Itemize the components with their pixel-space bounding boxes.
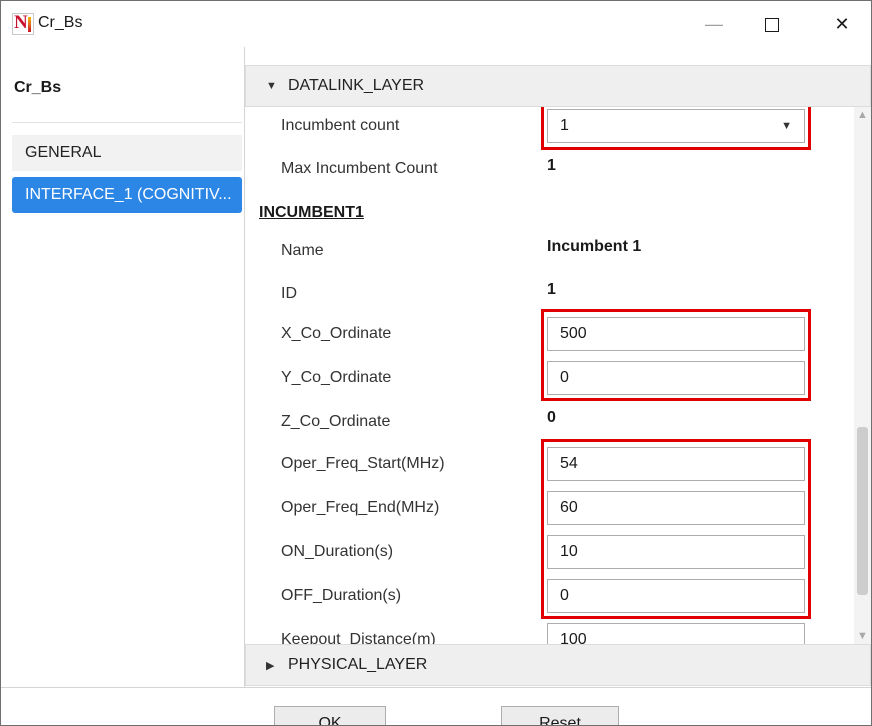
name-row: Name Incumbent 1 bbox=[245, 232, 853, 272]
max-incumbent-count-row: Max Incumbent Count 1 bbox=[245, 150, 853, 190]
incumbent-count-row: Incumbent count 1 ▼ bbox=[245, 107, 853, 147]
incumbent-count-value: 1 bbox=[560, 117, 569, 134]
maximize-icon bbox=[765, 18, 779, 33]
caret-down-icon: ▼ bbox=[266, 80, 277, 92]
keepout-distance-label: Keepout_Distance(m) bbox=[281, 631, 436, 644]
x-coordinate-input[interactable]: 500 bbox=[547, 317, 805, 351]
on-duration-row: ON_Duration(s) 10 bbox=[245, 533, 853, 573]
title-bar: N Cr_Bs — ✕ bbox=[1, 1, 871, 48]
y-coordinate-row: Y_Co_Ordinate 0 bbox=[245, 359, 853, 399]
off-duration-input[interactable]: 0 bbox=[547, 579, 805, 613]
minimize-icon: — bbox=[705, 14, 723, 34]
ok-button[interactable]: OK bbox=[274, 706, 386, 725]
y-coordinate-label: Y_Co_Ordinate bbox=[281, 369, 392, 386]
sidebar-item-interface-1[interactable]: INTERFACE_1 (COGNITIV... bbox=[12, 177, 242, 213]
incumbent-count-label: Incumbent count bbox=[281, 117, 400, 134]
oper-freq-end-row: Oper_Freq_End(MHz) 60 bbox=[245, 489, 853, 529]
off-duration-label: OFF_Duration(s) bbox=[281, 587, 402, 604]
section-label: PHYSICAL_LAYER bbox=[288, 656, 428, 673]
name-label: Name bbox=[281, 242, 324, 259]
vertical-scrollbar[interactable]: ▲ ▼ bbox=[854, 107, 871, 644]
properties-panel: ▼ DATALINK_LAYER Incumbent count 1 ▼ Max… bbox=[245, 47, 871, 687]
on-duration-input[interactable]: 10 bbox=[547, 535, 805, 569]
scrollbar-thumb[interactable] bbox=[857, 427, 868, 595]
id-value: 1 bbox=[547, 281, 556, 298]
incumbent1-group-title: INCUMBENT1 bbox=[259, 204, 364, 221]
sidebar-title: Cr_Bs bbox=[14, 79, 62, 96]
z-coordinate-label: Z_Co_Ordinate bbox=[281, 413, 391, 430]
id-row: ID 1 bbox=[245, 275, 853, 315]
sidebar-item-general[interactable]: GENERAL bbox=[12, 135, 242, 171]
oper-freq-start-label: Oper_Freq_Start(MHz) bbox=[281, 455, 445, 472]
close-icon: ✕ bbox=[834, 14, 850, 34]
maximize-button[interactable] bbox=[749, 1, 795, 47]
datalink-properties: Incumbent count 1 ▼ Max Incumbent Count … bbox=[245, 107, 853, 644]
caret-right-icon: ▶ bbox=[266, 660, 275, 672]
keepout-distance-row: Keepout_Distance(m) 100 bbox=[245, 621, 853, 644]
section-label: DATALINK_LAYER bbox=[288, 77, 425, 94]
oper-freq-end-label: Oper_Freq_End(MHz) bbox=[281, 499, 440, 516]
chevron-down-icon: ▼ bbox=[781, 120, 792, 132]
oper-freq-start-row: Oper_Freq_Start(MHz) 54 bbox=[245, 445, 853, 485]
z-coordinate-value: 0 bbox=[547, 409, 556, 426]
off-duration-row: OFF_Duration(s) 0 bbox=[245, 577, 853, 617]
scroll-down-icon[interactable]: ▼ bbox=[857, 630, 868, 642]
physical-layer-header[interactable]: ▶ PHYSICAL_LAYER bbox=[245, 644, 871, 686]
keepout-distance-input[interactable]: 100 bbox=[547, 623, 805, 644]
minimize-button[interactable]: — bbox=[691, 1, 737, 47]
name-value: Incumbent 1 bbox=[547, 238, 642, 255]
dialog-footer: OK Reset bbox=[1, 687, 871, 725]
app-logo-icon: N bbox=[12, 13, 34, 35]
x-coordinate-label: X_Co_Ordinate bbox=[281, 325, 392, 342]
id-label: ID bbox=[281, 285, 297, 302]
sidebar: Cr_Bs GENERAL INTERFACE_1 (COGNITIV... bbox=[1, 47, 245, 687]
window-title: Cr_Bs bbox=[38, 14, 83, 31]
oper-freq-start-input[interactable]: 54 bbox=[547, 447, 805, 481]
scroll-up-icon[interactable]: ▲ bbox=[857, 109, 868, 121]
on-duration-label: ON_Duration(s) bbox=[281, 543, 394, 560]
sidebar-divider bbox=[12, 122, 242, 123]
close-button[interactable]: ✕ bbox=[819, 1, 865, 47]
incumbent-count-dropdown[interactable]: 1 ▼ bbox=[547, 109, 805, 143]
z-coordinate-row: Z_Co_Ordinate 0 bbox=[245, 403, 853, 443]
y-coordinate-input[interactable]: 0 bbox=[547, 361, 805, 395]
reset-button[interactable]: Reset bbox=[501, 706, 619, 725]
oper-freq-end-input[interactable]: 60 bbox=[547, 491, 805, 525]
dialog-window: N Cr_Bs — ✕ Cr_Bs GENERAL INTERFACE_1 (C… bbox=[0, 0, 872, 726]
max-incumbent-count-label: Max Incumbent Count bbox=[281, 160, 438, 177]
x-coordinate-row: X_Co_Ordinate 500 bbox=[245, 315, 853, 355]
max-incumbent-count-value: 1 bbox=[547, 157, 556, 174]
datalink-layer-header[interactable]: ▼ DATALINK_LAYER bbox=[245, 65, 871, 107]
